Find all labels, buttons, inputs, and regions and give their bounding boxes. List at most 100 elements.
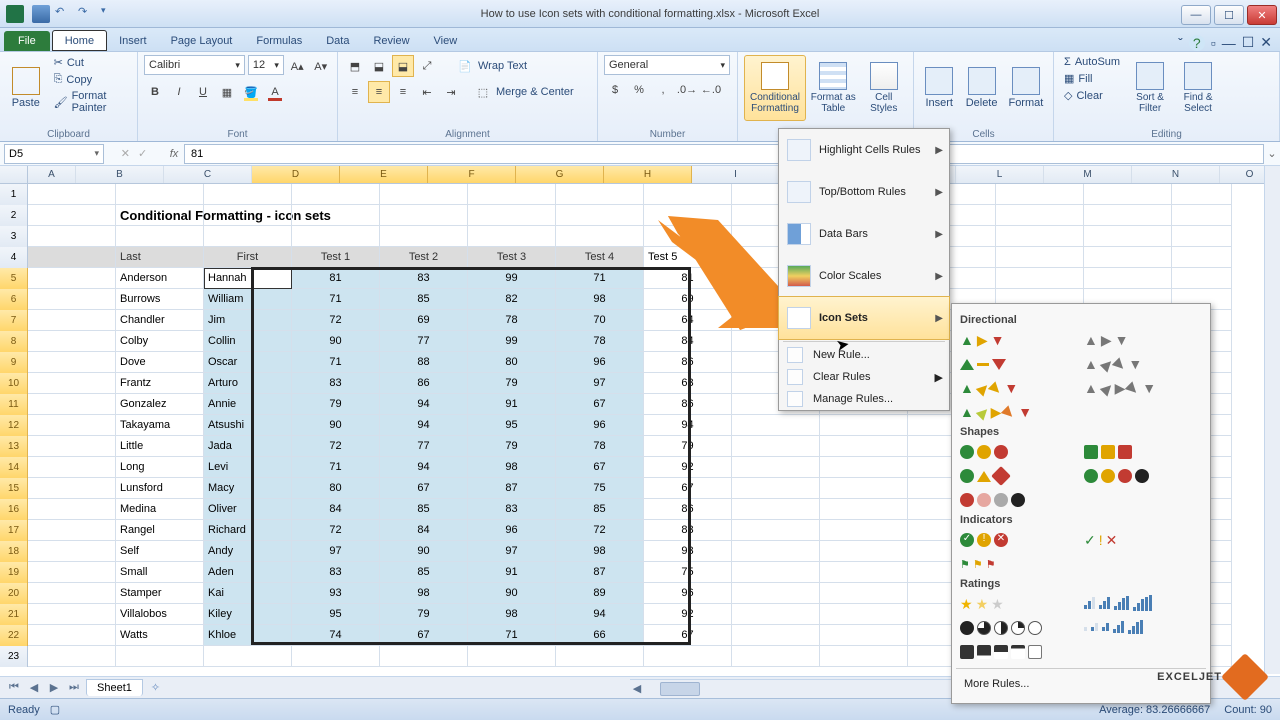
cell[interactable]: 83: [292, 562, 380, 583]
cell[interactable]: 85: [556, 499, 644, 520]
column-header-B[interactable]: B: [76, 166, 164, 183]
cell[interactable]: Little: [116, 436, 204, 457]
cell[interactable]: [1084, 226, 1172, 247]
cell[interactable]: [204, 226, 292, 247]
row-header[interactable]: 13: [0, 436, 28, 457]
cell[interactable]: 90: [468, 583, 556, 604]
menu-icon-sets[interactable]: Icon Sets▶: [778, 296, 950, 340]
menu-data-bars[interactable]: Data Bars▶: [779, 213, 949, 255]
shrink-font-icon[interactable]: A▾: [310, 55, 331, 77]
cell[interactable]: Oscar: [204, 352, 292, 373]
cell[interactable]: [732, 583, 820, 604]
column-header-C[interactable]: C: [164, 166, 252, 183]
increase-decimal-icon[interactable]: .0→: [676, 79, 698, 101]
column-header-A[interactable]: A: [28, 166, 76, 183]
grow-font-icon[interactable]: A▴: [287, 55, 308, 77]
cell[interactable]: 85: [380, 562, 468, 583]
cell[interactable]: 98: [556, 289, 644, 310]
maximize-button[interactable]: ☐: [1214, 5, 1244, 25]
cell[interactable]: 93: [292, 583, 380, 604]
cell[interactable]: Gonzalez: [116, 394, 204, 415]
cell[interactable]: Medina: [116, 499, 204, 520]
cell[interactable]: 92: [644, 457, 732, 478]
cell[interactable]: 96: [556, 415, 644, 436]
cell[interactable]: [1084, 268, 1172, 289]
cell[interactable]: [732, 541, 820, 562]
sheet-nav-last-icon[interactable]: ⏭: [66, 681, 82, 694]
cell[interactable]: [732, 604, 820, 625]
row-header[interactable]: 10: [0, 373, 28, 394]
cell[interactable]: [732, 625, 820, 646]
minimize-button[interactable]: —: [1181, 5, 1211, 25]
cell[interactable]: [292, 646, 380, 667]
column-header-L[interactable]: L: [956, 166, 1044, 183]
fill-button[interactable]: ▦Fill: [1060, 71, 1124, 86]
cell[interactable]: Oliver: [204, 499, 292, 520]
cell[interactable]: [28, 373, 116, 394]
iconset-3-flags[interactable]: ⚑⚑⚑: [960, 554, 1070, 574]
cell[interactable]: 83: [644, 520, 732, 541]
cell[interactable]: Lunsford: [116, 478, 204, 499]
cell[interactable]: 83: [292, 373, 380, 394]
align-left-icon[interactable]: ≡: [344, 81, 366, 103]
cell[interactable]: Long: [116, 457, 204, 478]
cell[interactable]: 90: [292, 415, 380, 436]
cell[interactable]: 70: [556, 310, 644, 331]
cell[interactable]: 71: [292, 289, 380, 310]
cell[interactable]: Anderson: [116, 268, 204, 289]
tab-insert[interactable]: Insert: [107, 31, 159, 51]
cell[interactable]: Kai: [204, 583, 292, 604]
expand-formula-bar-icon[interactable]: ⌄: [1264, 147, 1280, 160]
cell[interactable]: 94: [380, 415, 468, 436]
cell[interactable]: [732, 478, 820, 499]
cell[interactable]: [204, 646, 292, 667]
cell[interactable]: 99: [468, 268, 556, 289]
cell[interactable]: 72: [292, 436, 380, 457]
cell[interactable]: [996, 247, 1084, 268]
cell[interactable]: William: [204, 289, 292, 310]
cell[interactable]: 94: [644, 415, 732, 436]
italic-button[interactable]: I: [168, 81, 190, 103]
cell[interactable]: [28, 625, 116, 646]
cell[interactable]: [996, 268, 1084, 289]
cell[interactable]: [28, 646, 116, 667]
row-header[interactable]: 3: [0, 226, 28, 247]
cell[interactable]: [28, 499, 116, 520]
name-box[interactable]: D5▾: [4, 144, 104, 164]
row-header[interactable]: 18: [0, 541, 28, 562]
iconset-3-traffic-lights[interactable]: [960, 442, 1070, 462]
cell[interactable]: [1172, 247, 1232, 268]
cell[interactable]: 97: [292, 541, 380, 562]
cell[interactable]: Takayama: [116, 415, 204, 436]
cell[interactable]: Self: [116, 541, 204, 562]
cell[interactable]: 77: [380, 331, 468, 352]
iconset-3-traffic-rimmed[interactable]: [1084, 442, 1194, 462]
file-tab[interactable]: File: [4, 31, 50, 51]
cell[interactable]: [28, 184, 116, 205]
cell[interactable]: [556, 646, 644, 667]
cell[interactable]: First: [204, 247, 292, 268]
cell[interactable]: [116, 226, 204, 247]
cell[interactable]: Atsushi: [204, 415, 292, 436]
iconset-5-boxes[interactable]: [960, 642, 1070, 662]
row-header[interactable]: 2: [0, 205, 28, 226]
formula-input[interactable]: 81: [184, 144, 1264, 164]
minimize-ribbon-icon[interactable]: ˇ: [1178, 35, 1183, 51]
iconset-4-traffic[interactable]: [1084, 466, 1194, 486]
cell[interactable]: 75: [556, 478, 644, 499]
cell[interactable]: [1172, 184, 1232, 205]
number-format-combo[interactable]: General▾: [604, 55, 730, 75]
cell[interactable]: 71: [292, 457, 380, 478]
qat-dropdown-icon[interactable]: ▾: [101, 5, 119, 23]
row-header[interactable]: 21: [0, 604, 28, 625]
cell[interactable]: 67: [556, 457, 644, 478]
cell[interactable]: 96: [468, 520, 556, 541]
cell[interactable]: Small: [116, 562, 204, 583]
cell[interactable]: [820, 562, 908, 583]
font-name-combo[interactable]: Calibri▾: [144, 55, 245, 75]
cell[interactable]: [996, 184, 1084, 205]
cell[interactable]: 86: [644, 394, 732, 415]
delete-cells-button[interactable]: Delete: [962, 55, 1000, 121]
row-header[interactable]: 7: [0, 310, 28, 331]
cell[interactable]: [28, 289, 116, 310]
